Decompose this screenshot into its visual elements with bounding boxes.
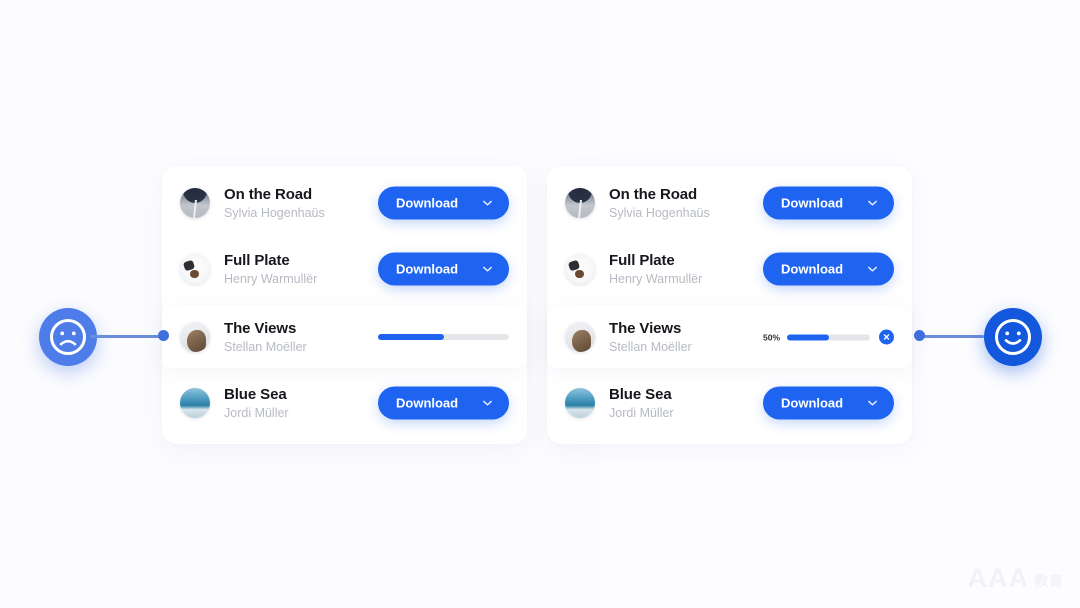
avatar	[565, 188, 595, 218]
list-item[interactable]: Blue Sea Jordi Müller Download	[162, 372, 527, 434]
list-item-title: Blue Sea	[224, 385, 287, 403]
list-item-meta: Full Plate Henry Warmullër	[609, 252, 702, 287]
progress-bar	[787, 334, 870, 340]
connector-line-left	[90, 335, 163, 338]
connector-dot-left	[158, 330, 169, 341]
list-item-author: Sylvia Hogenhaüs	[224, 205, 325, 220]
sad-face-icon	[50, 319, 86, 355]
list-item-meta: On the Road Sylvia Hogenhaüs	[609, 186, 710, 221]
list-item-author: Sylvia Hogenhaüs	[609, 205, 710, 220]
list-item[interactable]: Full Plate Henry Warmullër Download	[547, 238, 912, 300]
list-item-meta: On the Road Sylvia Hogenhaüs	[224, 186, 325, 221]
download-button-label: Download	[396, 195, 459, 211]
connector-line-right	[922, 335, 984, 338]
list-item-title: Blue Sea	[609, 385, 672, 403]
watermark: AAA 教育	[968, 563, 1065, 594]
download-list-card-before: On the Road Sylvia Hogenhaüs Download Fu…	[162, 166, 527, 444]
avatar	[565, 322, 595, 352]
avatar	[565, 254, 595, 284]
download-button[interactable]: Download	[763, 386, 894, 420]
list-item[interactable]: Full Plate Henry Warmullër Download	[162, 238, 527, 300]
list-item-meta: Full Plate Henry Warmullër	[224, 252, 317, 287]
avatar	[565, 388, 595, 418]
sad-face-badge	[39, 308, 97, 366]
list-item-author: Jordi Müller	[224, 405, 289, 420]
chevron-down-icon	[483, 400, 492, 406]
download-button[interactable]: Download	[378, 386, 509, 420]
list-item-downloading[interactable]: The Views Stellan Moëller	[162, 306, 527, 368]
list-item-title: Full Plate	[609, 251, 675, 269]
list-item[interactable]: On the Road Sylvia Hogenhaüs Download	[547, 172, 912, 234]
list-item-author: Stellan Moëller	[224, 339, 307, 354]
cancel-download-button[interactable]	[879, 329, 894, 345]
chevron-down-icon	[868, 400, 877, 406]
close-icon	[883, 334, 890, 340]
download-button[interactable]: Download	[763, 186, 894, 220]
download-button[interactable]: Download	[378, 186, 509, 220]
watermark-text: AAA	[967, 563, 1029, 593]
happy-face-icon	[995, 319, 1031, 355]
avatar	[180, 322, 210, 352]
list-item-title: The Views	[609, 319, 682, 337]
list-item[interactable]: On the Road Sylvia Hogenhaüs Download	[162, 172, 527, 234]
chevron-down-icon	[868, 200, 877, 206]
avatar	[180, 254, 210, 284]
progress-area: 50%	[763, 329, 894, 345]
download-button-label: Download	[781, 195, 844, 211]
list-item-meta: Blue Sea Jordi Müller	[224, 386, 289, 421]
list-item[interactable]: Blue Sea Jordi Müller Download	[547, 372, 912, 434]
list-item-author: Stellan Moëller	[609, 339, 692, 354]
happy-face-badge	[984, 308, 1042, 366]
list-item-author: Henry Warmullër	[609, 271, 703, 286]
download-button-label: Download	[396, 261, 459, 277]
connector-dot-right	[914, 330, 925, 341]
progress-bar	[378, 334, 509, 340]
avatar	[180, 188, 210, 218]
chevron-down-icon	[868, 266, 877, 272]
chevron-down-icon	[483, 266, 492, 272]
watermark-subtext: 教育	[1034, 573, 1064, 589]
avatar	[180, 388, 210, 418]
download-button-label: Download	[396, 395, 459, 411]
list-item-title: The Views	[224, 319, 297, 337]
list-item-meta: Blue Sea Jordi Müller	[609, 386, 674, 421]
list-item-meta: The Views Stellan Moëller	[224, 320, 307, 355]
progress-bar-fill	[378, 334, 444, 340]
download-list-card-after: On the Road Sylvia Hogenhaüs Download Fu…	[547, 166, 912, 444]
list-item-downloading[interactable]: The Views Stellan Moëller 50%	[547, 306, 912, 368]
download-button[interactable]: Download	[378, 252, 509, 286]
chevron-down-icon	[483, 200, 492, 206]
list-item-author: Jordi Müller	[609, 405, 674, 420]
download-button-label: Download	[781, 261, 844, 277]
list-item-author: Henry Warmullër	[224, 271, 318, 286]
list-item-title: On the Road	[609, 185, 698, 203]
download-button[interactable]: Download	[763, 252, 894, 286]
list-item-meta: The Views Stellan Moëller	[609, 320, 692, 355]
download-button-label: Download	[781, 395, 844, 411]
progress-area	[378, 334, 509, 340]
list-item-title: On the Road	[224, 185, 313, 203]
progress-bar-fill	[787, 334, 829, 340]
progress-percent-label: 50%	[763, 332, 781, 342]
list-item-title: Full Plate	[224, 251, 290, 269]
